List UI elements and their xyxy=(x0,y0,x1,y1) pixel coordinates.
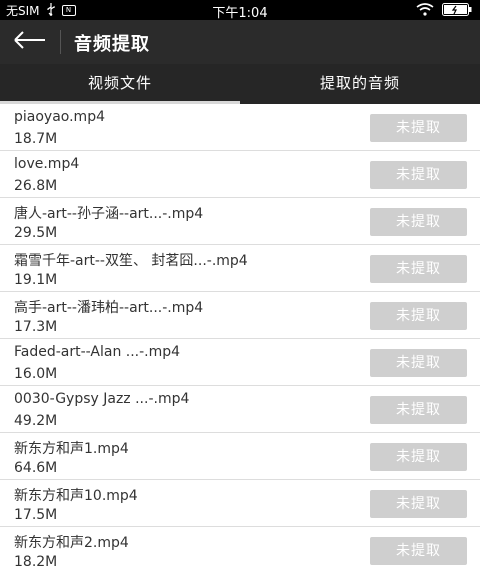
tab-bar: 视频文件 提取的音频 xyxy=(0,64,480,104)
app-bar-divider xyxy=(60,30,61,54)
file-size: 26.8M xyxy=(14,178,58,194)
file-name: 高手-art--潘玮柏--art...-.mp4 xyxy=(14,300,204,316)
extract-button[interactable]: 未提取 xyxy=(370,396,467,424)
extract-button[interactable]: 未提取 xyxy=(370,302,467,330)
extract-button[interactable]: 未提取 xyxy=(370,255,467,283)
wifi-icon xyxy=(416,3,434,19)
back-button[interactable] xyxy=(10,26,50,58)
file-name: love.mp4 xyxy=(14,156,80,172)
file-name: piaoyao.mp4 xyxy=(14,109,105,125)
battery-icon xyxy=(442,3,472,19)
file-size: 17.3M xyxy=(14,319,58,335)
file-name: 新东方和声2.mp4 xyxy=(14,535,129,551)
extract-button[interactable]: 未提取 xyxy=(370,443,467,471)
file-name: 霜雪千年-art--双笙、 封茗囧...-.mp4 xyxy=(14,253,248,269)
extract-button[interactable]: 未提取 xyxy=(370,161,467,189)
file-size: 18.7M xyxy=(14,131,58,147)
page-title: 音频提取 xyxy=(74,34,150,55)
extract-button[interactable]: 未提取 xyxy=(370,490,467,518)
file-row[interactable]: piaoyao.mp4 18.7M 未提取 xyxy=(0,104,480,151)
extract-button[interactable]: 未提取 xyxy=(370,208,467,236)
file-row[interactable]: 唐人-art--孙子涵--art...-.mp4 29.5M 未提取 xyxy=(0,198,480,245)
file-name: Faded-art--Alan ...-.mp4 xyxy=(14,344,181,360)
status-bar: 无SIM N 下午1:04 xyxy=(0,0,480,21)
file-row[interactable]: love.mp4 26.8M 未提取 xyxy=(0,151,480,198)
file-name: 唐人-art--孙子涵--art...-.mp4 xyxy=(14,206,204,222)
tab-video-files[interactable]: 视频文件 xyxy=(0,64,240,104)
extract-button[interactable]: 未提取 xyxy=(370,537,467,565)
file-size: 16.0M xyxy=(14,366,58,382)
file-name: 0030-Gypsy Jazz ...-.mp4 xyxy=(14,391,190,407)
extract-button[interactable]: 未提取 xyxy=(370,349,467,377)
file-size: 64.6M xyxy=(14,460,58,476)
file-size: 29.5M xyxy=(14,225,58,241)
back-arrow-icon xyxy=(13,31,47,53)
file-size: 18.2M xyxy=(14,554,58,566)
status-time: 下午1:04 xyxy=(212,6,268,21)
file-size: 19.1M xyxy=(14,272,58,288)
status-right xyxy=(416,3,472,19)
file-row[interactable]: 霜雪千年-art--双笙、 封茗囧...-.mp4 19.1M 未提取 xyxy=(0,245,480,292)
file-row[interactable]: 新东方和声1.mp4 64.6M 未提取 xyxy=(0,433,480,480)
tab-extracted-audio[interactable]: 提取的音频 xyxy=(240,64,480,104)
file-row[interactable]: 新东方和声2.mp4 18.2M 未提取 xyxy=(0,527,480,566)
app-bar: 音频提取 xyxy=(0,20,480,64)
file-row[interactable]: 0030-Gypsy Jazz ...-.mp4 49.2M 未提取 xyxy=(0,386,480,433)
file-size: 17.5M xyxy=(14,507,58,523)
file-name: 新东方和声1.mp4 xyxy=(14,441,129,457)
file-name: 新东方和声10.mp4 xyxy=(14,488,138,504)
file-list: piaoyao.mp4 18.7M 未提取 love.mp4 26.8M 未提取… xyxy=(0,104,480,566)
file-size: 49.2M xyxy=(14,413,58,429)
file-row[interactable]: Faded-art--Alan ...-.mp4 16.0M 未提取 xyxy=(0,339,480,386)
file-row[interactable]: 新东方和声10.mp4 17.5M 未提取 xyxy=(0,480,480,527)
extract-button[interactable]: 未提取 xyxy=(370,114,467,142)
file-row[interactable]: 高手-art--潘玮柏--art...-.mp4 17.3M 未提取 xyxy=(0,292,480,339)
